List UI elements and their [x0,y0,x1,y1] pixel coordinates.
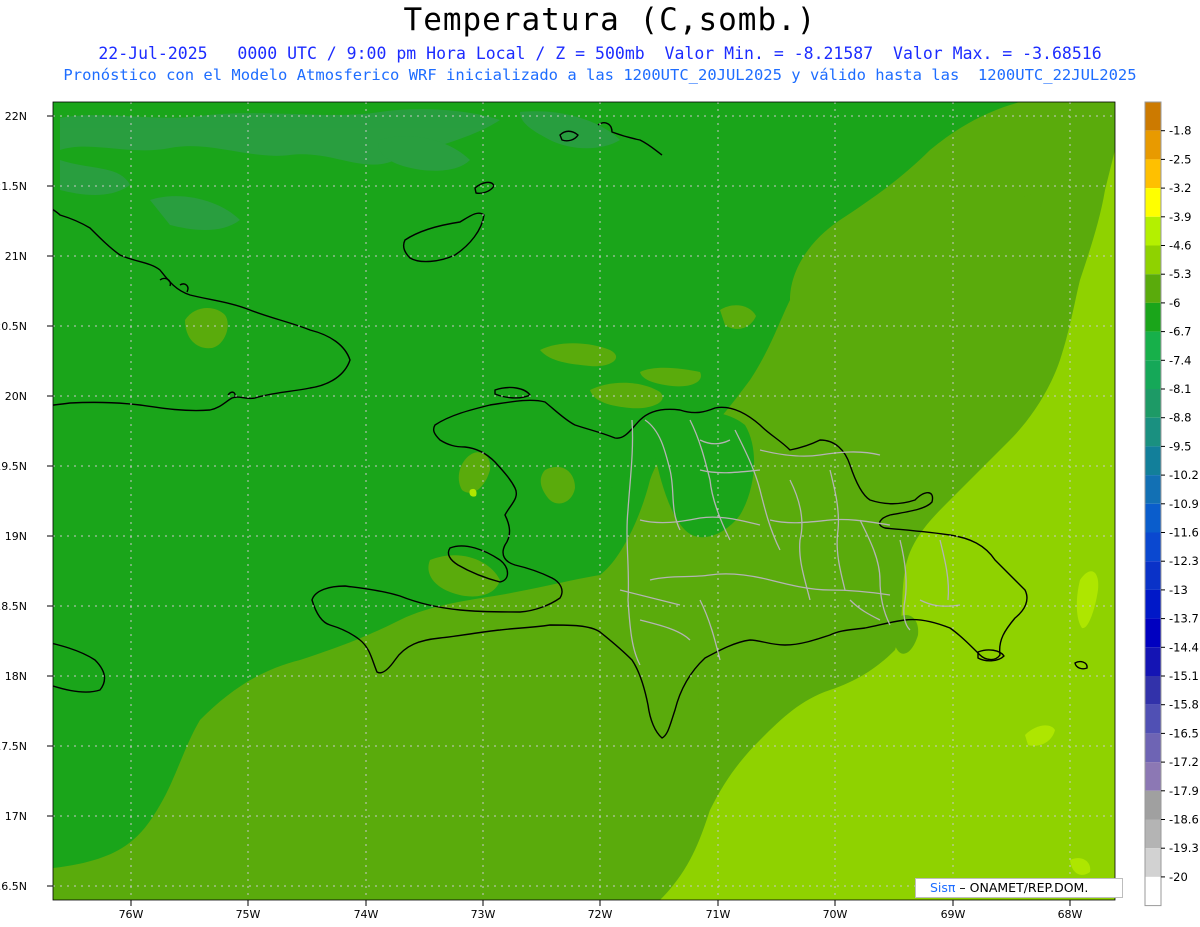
colorbar-label: -8.8 [1169,411,1191,425]
colorbar-label: -4.6 [1169,239,1191,253]
colorbar-label: -6.7 [1169,325,1191,339]
colorbar-label: -3.9 [1169,210,1191,224]
lat-label: 19N [5,530,27,543]
colorbar-swatch [1145,130,1161,160]
lat-label: 22N [5,110,27,123]
lon-label: 75W [236,908,261,921]
colorbar-label: -15.8 [1169,698,1199,712]
colorbar-label: -9.5 [1169,439,1191,453]
colorbar-swatch [1145,819,1161,849]
colorbar-swatch [1145,532,1161,562]
lon-label: 71W [706,908,731,921]
colorbar-label: -15.1 [1169,669,1199,683]
colorbar-swatch [1145,331,1161,361]
temperature-map: 22N 21.5N 21N 20.5N 20N 19.5N 19N 18.5N … [0,101,1199,921]
colorbar-label: -7.4 [1169,353,1191,367]
credit-text: – ONAMET/REP.DOM. [955,880,1089,895]
colorbar-swatch [1145,216,1161,246]
colorbar-label: -20 [1169,870,1188,884]
colorbar-label: -11.6 [1169,526,1199,540]
lon-label: 74W [354,908,379,921]
lat-label: 18.5N [0,600,27,613]
sispi-logo-text: Sisπ [930,880,956,895]
colorbar: -1.8 -2.5 -3.2 -3.9 -4.6 -5.3 -6 -6.7 -7.4 -8.1 -8… [1144,101,1199,907]
colorbar-swatch [1145,389,1161,418]
colorbar-label: -12.3 [1169,554,1199,568]
colorbar-swatch [1145,589,1161,619]
lat-label: 16.5N [0,880,27,893]
colorbar-label: -13.7 [1169,612,1199,626]
credit-box: Sisπ – ONAMET/REP.DOM. [915,878,1123,898]
lat-label: 21N [5,250,27,263]
colorbar-label: -10.9 [1169,497,1199,511]
map-plot-area [53,102,1115,900]
colorbar-label: -16.5 [1169,726,1199,740]
colorbar-swatch [1145,475,1161,504]
colorbar-swatch [1145,876,1161,906]
lat-label: 17.5N [0,740,27,753]
colorbar-label: -14.4 [1169,640,1199,654]
latitude-axis [47,115,53,887]
colorbar-label: -17.2 [1169,755,1199,769]
colorbar-swatch [1145,790,1161,820]
colorbar-label: -1.8 [1169,124,1191,138]
colorbar-label: -10.2 [1169,468,1199,482]
lon-label: 73W [471,908,496,921]
latitude-labels: 22N 21.5N 21N 20.5N 20N 19.5N 19N 18.5N … [0,110,27,893]
lon-label: 70W [823,908,848,921]
lon-label: 69W [941,908,966,921]
colorbar-swatch [1145,360,1161,389]
colorbar-label: -2.5 [1169,152,1191,166]
colorbar-swatch [1145,618,1161,648]
colorbar-swatch [1145,561,1161,590]
longitude-axis [130,900,1071,906]
colorbar-swatch [1145,417,1161,447]
colorbar-swatch [1145,302,1161,332]
lat-label: 20N [5,390,27,403]
lat-label: 20.5N [0,320,27,333]
colorbar-label: -8.1 [1169,382,1191,396]
lat-label: 19.5N [0,460,27,473]
colorbar-swatch [1145,704,1161,734]
lat-label: 18N [5,670,27,683]
colorbar-swatch [1145,733,1161,763]
lon-label: 68W [1058,908,1083,921]
lon-label: 72W [588,908,613,921]
lon-label: 76W [119,908,144,921]
colorbar-swatch [1145,245,1161,275]
colorbar-swatch [1145,848,1161,877]
colorbar-swatch [1145,446,1161,476]
colorbar-swatch [1145,762,1161,791]
colorbar-swatch [1145,102,1161,131]
longitude-labels: 76W 75W 74W 73W 72W 71W 70W 69W 68W [119,908,1083,921]
colorbar-swatch [1145,188,1161,217]
colorbar-label: -6 [1169,296,1180,310]
colorbar-swatch [1145,503,1161,533]
colorbar-label: -19.3 [1169,841,1199,855]
colorbar-swatch [1145,159,1161,189]
colorbar-label: -17.9 [1169,784,1199,798]
colorbar-swatch [1145,274,1161,303]
colorbar-swatch [1145,676,1161,705]
lat-label: 21.5N [0,180,27,193]
colorbar-label: -5.3 [1169,267,1191,281]
lat-label: 17N [5,810,27,823]
colorbar-label: -3.2 [1169,181,1191,195]
colorbar-label: -18.6 [1169,813,1199,827]
colorbar-swatch [1145,647,1161,676]
colorbar-label: -13 [1169,583,1188,597]
